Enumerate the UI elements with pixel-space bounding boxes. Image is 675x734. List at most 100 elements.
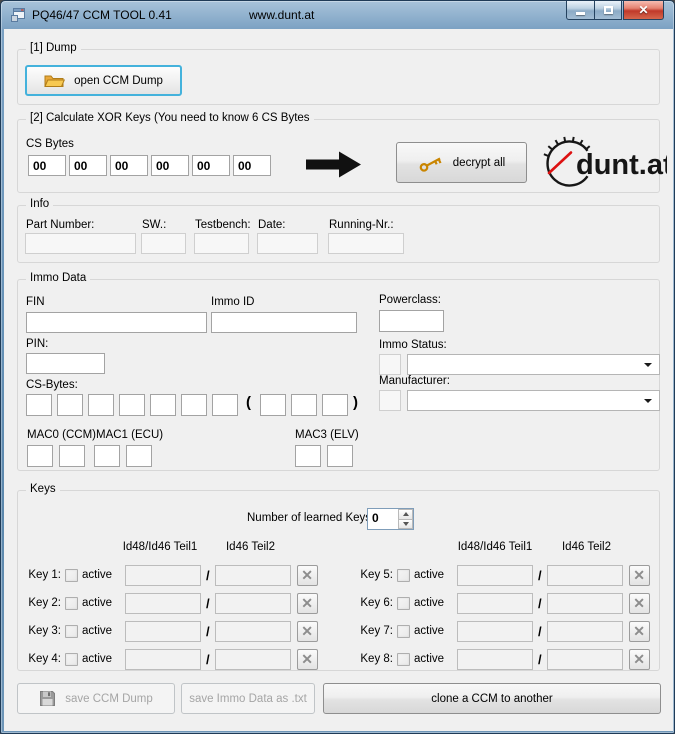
folder-icon <box>44 73 65 89</box>
clone-ccm-button[interactable]: clone a CCM to another <box>323 683 661 714</box>
immo-cs-byte-9[interactable] <box>291 394 317 416</box>
key-6-teil2-field[interactable] <box>547 593 623 614</box>
key-2-label: Key 2: <box>23 597 61 609</box>
key-6-clear-button[interactable]: ✕ <box>629 593 650 614</box>
powerclass-label: Powerclass: <box>379 294 441 306</box>
key-3-teil2-field[interactable] <box>215 621 291 642</box>
sw-field[interactable] <box>141 233 186 254</box>
key-row-3: Key 3: active / ✕ <box>23 620 318 642</box>
key-6-active-checkbox[interactable] <box>397 597 410 610</box>
key-5-teil1-field[interactable] <box>457 565 533 586</box>
immo-cs-byte-7[interactable] <box>212 394 238 416</box>
active-label: active <box>82 597 116 609</box>
key-1-active-checkbox[interactable] <box>65 569 78 582</box>
mac0-label: MAC0 (CCM) <box>27 429 96 441</box>
key-6-teil1-field[interactable] <box>457 593 533 614</box>
key-1-teil2-field[interactable] <box>215 565 291 586</box>
part-number-field[interactable] <box>25 233 136 254</box>
active-label: active <box>414 597 448 609</box>
immo-id-label: Immo ID <box>211 296 254 308</box>
key-5-active-checkbox[interactable] <box>397 569 410 582</box>
cs-byte-input-2[interactable] <box>69 155 107 176</box>
separator: / <box>538 624 542 639</box>
key-2-active-checkbox[interactable] <box>65 597 78 610</box>
immo-cs-byte-8[interactable] <box>260 394 286 416</box>
save-ccm-dump-label: save CCM Dump <box>65 693 153 705</box>
key-3-clear-button[interactable]: ✕ <box>297 621 318 642</box>
minimize-button[interactable] <box>566 1 595 20</box>
client-area: [1] Dump open CCM Dump [2] Calculate XOR… <box>4 29 673 731</box>
immo-cs-byte-4[interactable] <box>119 394 145 416</box>
testbench-field[interactable] <box>194 233 249 254</box>
key-2-teil2-field[interactable] <box>215 593 291 614</box>
mac1-byte-2[interactable] <box>126 445 152 467</box>
key-1-clear-button[interactable]: ✕ <box>297 565 318 586</box>
mac0-byte-1[interactable] <box>27 445 53 467</box>
pin-label: PIN: <box>26 338 48 350</box>
learned-keys-stepper[interactable]: 0 <box>367 508 414 530</box>
stepper-down-button[interactable] <box>398 519 413 530</box>
open-ccm-dump-button[interactable]: open CCM Dump <box>25 65 182 96</box>
key-4-clear-button[interactable]: ✕ <box>297 649 318 670</box>
pin-field[interactable] <box>26 353 105 374</box>
stepper-up-button[interactable] <box>398 509 413 519</box>
mac3-byte-1[interactable] <box>295 445 321 467</box>
key-5-teil2-field[interactable] <box>547 565 623 586</box>
manufacturer-code-field[interactable] <box>379 390 401 411</box>
key-2-clear-button[interactable]: ✕ <box>297 593 318 614</box>
key-7-clear-button[interactable]: ✕ <box>629 621 650 642</box>
immo-status-code-field[interactable] <box>379 354 401 375</box>
cs-byte-input-1[interactable] <box>28 155 66 176</box>
running-nr-field[interactable] <box>328 233 404 254</box>
cs-byte-input-6[interactable] <box>233 155 271 176</box>
sw-label: SW.: <box>142 219 166 231</box>
key-3-active-checkbox[interactable] <box>65 625 78 638</box>
key-8-clear-button[interactable]: ✕ <box>629 649 650 670</box>
key-1-teil1-field[interactable] <box>125 565 201 586</box>
key-7-teil2-field[interactable] <box>547 621 623 642</box>
immo-cs-byte-1[interactable] <box>26 394 52 416</box>
cs-byte-input-3[interactable] <box>110 155 148 176</box>
date-field[interactable] <box>257 233 318 254</box>
key-2-teil1-field[interactable] <box>125 593 201 614</box>
immo-cs-byte-3[interactable] <box>88 394 114 416</box>
maximize-button[interactable] <box>595 1 622 20</box>
immo-status-dropdown[interactable] <box>407 354 660 375</box>
fin-field[interactable] <box>26 312 207 333</box>
title-bar[interactable]: PQ46/47 CCM TOOL 0.41 www.dunt.at ✕ <box>1 1 674 29</box>
key-7-active-checkbox[interactable] <box>397 625 410 638</box>
key-4-teil2-field[interactable] <box>215 649 291 670</box>
powerclass-field[interactable] <box>379 310 444 332</box>
immo-cs-byte-10[interactable] <box>322 394 348 416</box>
key-4-active-checkbox[interactable] <box>65 653 78 666</box>
mac1-byte-1[interactable] <box>94 445 120 467</box>
immo-cs-byte-6[interactable] <box>181 394 207 416</box>
learned-keys-label: Number of learned Keys: <box>247 512 374 524</box>
running-nr-label: Running-Nr.: <box>329 219 394 231</box>
key-8-teil2-field[interactable] <box>547 649 623 670</box>
manufacturer-dropdown[interactable] <box>407 390 660 411</box>
immo-cs-byte-2[interactable] <box>57 394 83 416</box>
key-5-clear-button[interactable]: ✕ <box>629 565 650 586</box>
key-8-active-checkbox[interactable] <box>397 653 410 666</box>
active-label: active <box>82 625 116 637</box>
cs-byte-input-5[interactable] <box>192 155 230 176</box>
cs-byte-input-4[interactable] <box>151 155 189 176</box>
mac0-byte-2[interactable] <box>59 445 85 467</box>
key-3-teil1-field[interactable] <box>125 621 201 642</box>
immo-cs-byte-5[interactable] <box>150 394 176 416</box>
close-button[interactable]: ✕ <box>623 1 664 20</box>
decrypt-all-button[interactable]: decrypt all <box>396 142 527 183</box>
close-paren: ) <box>353 394 358 411</box>
save-immo-data-button[interactable]: save Immo Data as .txt <box>181 683 315 714</box>
key-4-teil1-field[interactable] <box>125 649 201 670</box>
key-7-label: Key 7: <box>355 625 393 637</box>
immo-id-field[interactable] <box>211 312 357 333</box>
key-8-teil1-field[interactable] <box>457 649 533 670</box>
part-number-label: Part Number: <box>26 219 94 231</box>
group-dump-title: [1] Dump <box>26 42 81 54</box>
key-7-teil1-field[interactable] <box>457 621 533 642</box>
save-ccm-dump-button[interactable]: save CCM Dump <box>17 683 175 714</box>
mac3-byte-2[interactable] <box>327 445 353 467</box>
date-label: Date: <box>258 219 286 231</box>
